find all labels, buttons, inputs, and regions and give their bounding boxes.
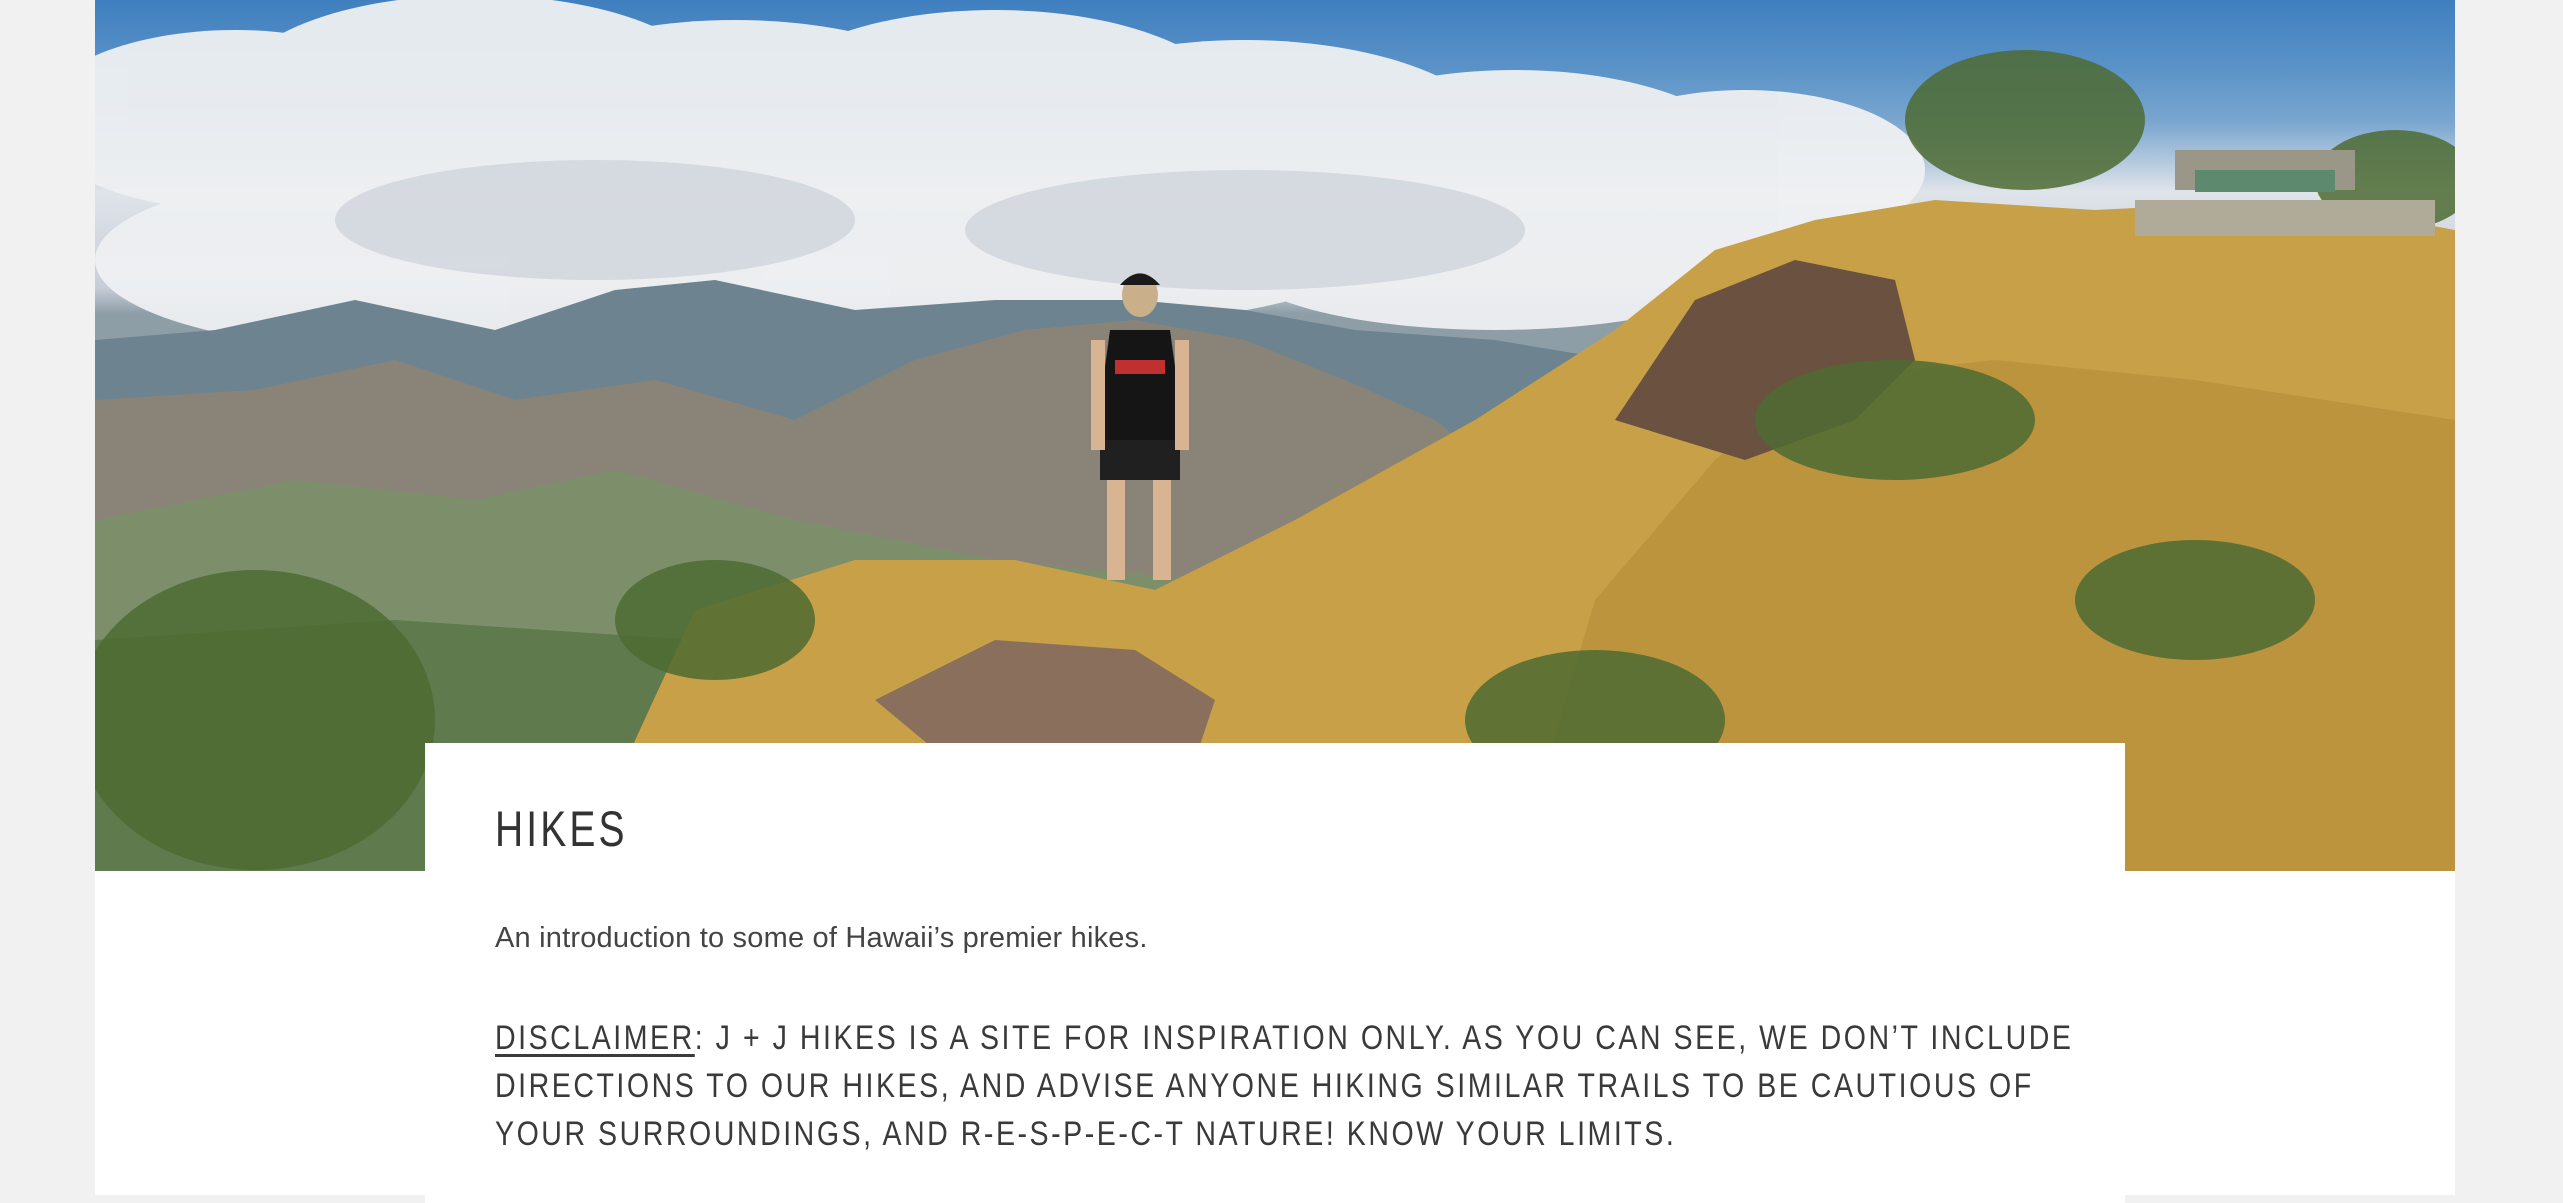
disclaimer-text: DISCLAIMER: J + J HIKES IS A SITE FOR IN… (495, 1014, 2091, 1158)
page-container: HIKES An introduction to some of Hawaii’… (95, 0, 2455, 1203)
page-title: HIKES (495, 801, 628, 857)
disclaimer-body: : J + J HIKES IS A SITE FOR INSPIRATION … (495, 1019, 2074, 1153)
hero-image (95, 0, 2455, 871)
hiker-mountain-photo (95, 0, 2455, 871)
disclaimer-label: DISCLAIMER (495, 1019, 695, 1057)
page-intro: An introduction to some of Hawaii’s prem… (495, 922, 1148, 954)
clouds (95, 0, 1925, 350)
